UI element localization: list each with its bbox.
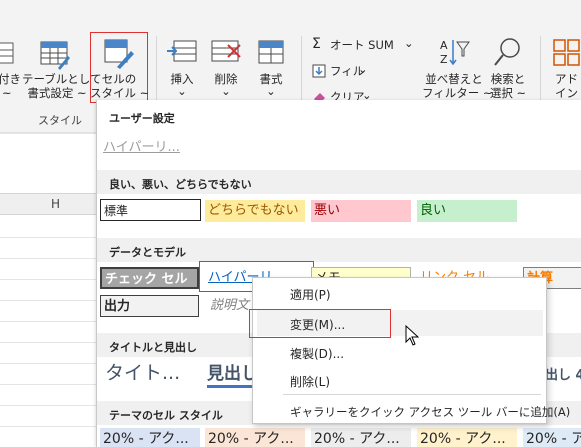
titles-section-header: タイトルと見出し [109,341,197,354]
table-format-icon [40,41,70,70]
fill-dropdown-icon: ⌄ [358,62,368,76]
mouse-cursor-icon [405,325,420,346]
delete-icon[interactable] [210,38,242,68]
menu-separator [283,394,541,395]
menu-item-duplicate[interactable]: 複製(D)... [290,345,344,362]
sort-filter-label-2[interactable]: フィルター ~ [422,86,493,100]
format-as-table-label-1: テーブルとして [22,72,102,86]
worksheet-area[interactable] [0,133,96,447]
style-neutral[interactable]: どちらでもない [205,200,305,222]
find-select-label-1[interactable]: 検索と [482,72,534,86]
svg-text:A: A [440,39,448,52]
row-gridline [0,300,96,301]
style-accent2-20[interactable]: 20% - アク... [205,428,305,447]
find-select-icon[interactable] [492,36,524,70]
add-ins-label-1[interactable]: アド [555,72,578,86]
style-check-cell[interactable]: チェック セル [100,267,199,289]
autosum-button[interactable]: Σ オート SUM ⌄ [312,36,417,54]
menu-item-add-to-qat[interactable]: ギャラリーをクイック アクセス ツール バーに追加(A) [290,404,570,420]
sigma-icon: Σ [312,36,321,52]
svg-text:Z: Z [440,53,448,66]
style-heading-1[interactable]: 見出し [207,359,258,388]
add-ins-icon[interactable] [552,38,581,68]
title-bar-strip [0,0,581,30]
find-select-label-2[interactable]: 選択 ~ [482,86,534,100]
format-as-table-button[interactable] [38,38,72,70]
row-gridline [0,363,96,364]
row-gridline [0,237,96,238]
goodbad-section-bar: 良い、悪い、どちらでもない [97,170,581,194]
delete-dropdown-icon[interactable]: ⌄ [210,84,242,98]
data-model-section-header: データとモデル [109,246,186,259]
style-context-menu: 適用(P) 変更(M)... 複製(D)... 削除(L) ギャラリーをクイック… [249,277,570,424]
cell-styles-label-1: セルの [101,72,137,86]
style-output[interactable]: 出力 [100,295,199,317]
add-ins-label-2[interactable]: イン [555,86,578,100]
row-gridline [0,405,96,406]
menu-item-apply[interactable]: 適用(P) [290,286,331,303]
cell-styles-icon [101,37,135,69]
style-normal[interactable]: 標準 [100,199,201,221]
insert-dropdown-icon[interactable]: ⌄ [166,84,198,98]
row-gridline [0,384,96,385]
autosum-label: オート SUM [330,38,394,52]
sort-filter-label-1[interactable]: 並べ替えと [422,72,486,86]
menu-item-delete[interactable]: 削除(L) [290,373,330,390]
format-dropdown-icon[interactable]: ⌄ [255,84,287,98]
theme-section-header: テーマのセル スタイル [109,409,223,422]
style-bad[interactable]: 悪い [311,200,411,222]
goodbad-section-header: 良い、悪い、どちらでもない [109,178,252,191]
row-gridline [0,426,96,427]
autosum-dropdown-icon: ⌄ [404,36,414,50]
cell-styles-label-2: スタイル ~ [90,86,150,100]
style-accent3-20[interactable]: 20% - アク... [311,428,411,447]
row-gridline [0,279,96,280]
custom-section-header: ユーザー設定 [109,112,175,125]
style-title[interactable]: タイト... [105,358,180,385]
conditional-format-dropdown: ~ [2,86,12,100]
style-accent1-20[interactable]: 20% - アク... [100,428,200,447]
fill-button[interactable]: フィル ⌄ [312,62,382,80]
row-gridline [0,321,96,322]
row-gridline [0,133,96,134]
conditional-format-label: 付き [0,72,21,86]
style-accent4-20[interactable]: 20% - アク... [417,428,517,447]
data-model-section-bar: データとモデル [97,238,581,262]
insert-icon[interactable] [166,38,198,68]
style-good[interactable]: 良い [417,200,517,222]
column-header-h[interactable]: H [51,197,60,211]
style-accent5-20[interactable]: 20% - アク... [523,428,581,447]
row-gridline [0,342,96,343]
modify-highlight-box [249,309,391,338]
styles-group-label: スタイル [38,114,82,127]
custom-hyperlink-style[interactable]: ハイパーリ... [103,136,180,155]
format-as-table-label-2: 書式設定 ~ [27,86,87,100]
format-icon[interactable] [255,38,287,68]
sort-filter-icon[interactable]: AZ [438,36,470,70]
style-heading-4[interactable]: 出し 4 [545,364,581,383]
conditional-format-icon[interactable] [0,40,16,66]
row-gridline [0,258,96,259]
column-header-row: H [0,193,96,215]
fill-down-icon [312,64,326,78]
